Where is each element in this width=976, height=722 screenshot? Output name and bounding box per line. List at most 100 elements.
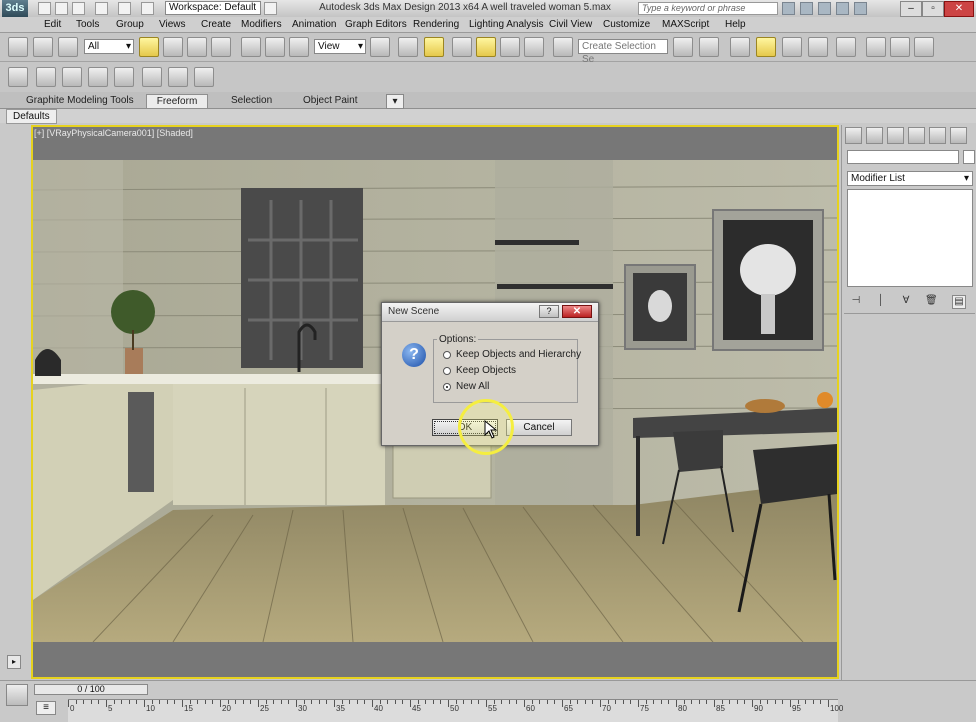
- selection-filter-dropdown[interactable]: All ▾: [84, 39, 134, 54]
- tab-object-paint[interactable]: Object Paint: [303, 94, 357, 107]
- edit-named-selection-icon[interactable]: [553, 37, 573, 57]
- save-file-icon[interactable]: [72, 2, 85, 15]
- help-button[interactable]: ?: [539, 305, 559, 318]
- percent-snap-icon[interactable]: [500, 37, 520, 57]
- material-editor-icon[interactable]: [836, 37, 856, 57]
- option-label[interactable]: Keep Objects: [456, 365, 516, 376]
- vray-material-icon[interactable]: [142, 67, 162, 87]
- hierarchy-icon[interactable]: [887, 127, 904, 144]
- select-and-link-icon[interactable]: [58, 37, 78, 57]
- help-search-input[interactable]: Type a keyword or phrase: [638, 2, 778, 15]
- keyboard-shortcut-override-icon[interactable]: [424, 37, 444, 57]
- select-by-name-icon[interactable]: [163, 37, 183, 57]
- menu-maxscript[interactable]: MAXScript: [662, 18, 709, 31]
- remove-modifier-icon[interactable]: 🗑: [925, 295, 938, 307]
- menu-help[interactable]: Help: [725, 18, 746, 31]
- search-icon[interactable]: [782, 2, 795, 15]
- rendered-frame-window-icon[interactable]: [890, 37, 910, 57]
- align-icon[interactable]: [699, 37, 719, 57]
- create-icon[interactable]: [845, 127, 862, 144]
- viewport-label[interactable]: [+] [VRayPhysicalCamera001] [Shaded]: [34, 128, 193, 138]
- render-setup-icon[interactable]: [866, 37, 886, 57]
- curve-editor-icon[interactable]: [782, 37, 802, 57]
- vray-fur-icon[interactable]: [62, 67, 82, 87]
- option-label[interactable]: Keep Objects and Hierarchy: [456, 349, 581, 360]
- show-end-result-icon[interactable]: │: [875, 295, 887, 307]
- tab-graphite-modeling-tools[interactable]: Graphite Modeling Tools: [26, 94, 134, 107]
- undo-button[interactable]: [8, 37, 28, 57]
- layer-manager-icon[interactable]: [730, 37, 750, 57]
- menu-lighting-analysis[interactable]: Lighting Analysis: [469, 18, 544, 31]
- modifier-list-dropdown[interactable]: Modifier List ▾: [847, 171, 973, 186]
- snaps-toggle-icon[interactable]: [452, 37, 472, 57]
- favorites-icon[interactable]: [836, 2, 849, 15]
- schematic-view-icon[interactable]: [808, 37, 828, 57]
- vray-physical-camera-icon[interactable]: [194, 67, 214, 87]
- radio-keep-objects-and-hierarchy[interactable]: [443, 351, 451, 359]
- expand-arrow-icon[interactable]: ▸: [7, 655, 21, 669]
- track-bar-icon[interactable]: ≡: [36, 701, 56, 715]
- workspace-dropdown[interactable]: Workspace: Default: [165, 1, 261, 15]
- named-selection-sets-dropdown[interactable]: Create Selection Se: [578, 39, 668, 65]
- object-color-swatch[interactable]: [963, 150, 975, 164]
- vray-sun-icon[interactable]: [114, 67, 134, 87]
- select-and-scale-icon[interactable]: [289, 37, 309, 57]
- open-file-icon[interactable]: [55, 2, 68, 15]
- mini-curve-editor-icon[interactable]: [6, 684, 28, 706]
- tab-selection[interactable]: Selection: [231, 94, 272, 107]
- time-slider[interactable]: 0 / 100: [34, 684, 148, 695]
- utilities-icon[interactable]: [950, 127, 967, 144]
- modify-icon[interactable]: [866, 127, 883, 144]
- cancel-button[interactable]: Cancel: [506, 419, 572, 436]
- help-icon[interactable]: [854, 2, 867, 15]
- spinner-snap-icon[interactable]: [524, 37, 544, 57]
- application-button[interactable]: 3ds: [2, 0, 28, 17]
- option-label[interactable]: New All: [456, 381, 489, 392]
- menu-edit[interactable]: Edit: [44, 18, 61, 31]
- make-unique-icon[interactable]: ∀: [900, 295, 912, 307]
- undo-icon[interactable]: [95, 2, 108, 15]
- menu-rendering[interactable]: Rendering: [413, 18, 459, 31]
- dialog-title-bar[interactable]: New Scene ? ✕: [382, 303, 598, 322]
- menu-tools[interactable]: Tools: [76, 18, 99, 31]
- menu-group[interactable]: Group: [116, 18, 144, 31]
- rectangular-selection-icon[interactable]: [187, 37, 207, 57]
- menu-modifiers[interactable]: Modifiers: [241, 18, 282, 31]
- vray-frame-buffer-icon[interactable]: [8, 67, 28, 87]
- tab-freeform[interactable]: Freeform: [146, 94, 208, 108]
- maximize-button[interactable]: ▫: [922, 1, 944, 17]
- vray-light-icon[interactable]: [88, 67, 108, 87]
- select-and-move-icon[interactable]: [241, 37, 261, 57]
- redo-button[interactable]: [33, 37, 53, 57]
- menu-civil-view[interactable]: Civil View: [549, 18, 592, 31]
- menu-customize[interactable]: Customize: [603, 18, 650, 31]
- modifier-stack[interactable]: [847, 189, 973, 287]
- display-icon[interactable]: [929, 127, 946, 144]
- configure-modifier-sets-icon[interactable]: ▤: [952, 295, 966, 309]
- pin-stack-icon[interactable]: ⊣: [850, 295, 862, 307]
- communication-center-icon[interactable]: [818, 2, 831, 15]
- tab-defaults[interactable]: Defaults: [6, 109, 57, 124]
- select-manipulate-icon[interactable]: [398, 37, 418, 57]
- select-object-icon[interactable]: [139, 37, 159, 57]
- select-and-rotate-icon[interactable]: [265, 37, 285, 57]
- mirror-icon[interactable]: [673, 37, 693, 57]
- reference-coordinate-dropdown[interactable]: View ▾: [314, 39, 366, 54]
- menu-animation[interactable]: Animation: [292, 18, 336, 31]
- angle-snap-icon[interactable]: [476, 37, 496, 57]
- subscription-icon[interactable]: [800, 2, 813, 15]
- window-crossing-icon[interactable]: [211, 37, 231, 57]
- motion-icon[interactable]: [908, 127, 925, 144]
- close-button[interactable]: ✕: [562, 305, 592, 318]
- minimize-button[interactable]: –: [900, 1, 922, 17]
- vray-sphere-icon[interactable]: [36, 67, 56, 87]
- pivot-center-icon[interactable]: [370, 37, 390, 57]
- object-name-field[interactable]: [847, 150, 959, 164]
- menu-views[interactable]: Views: [159, 18, 186, 31]
- redo-icon[interactable]: [118, 2, 131, 15]
- workspace-arrow-icon[interactable]: [264, 2, 277, 15]
- close-window-button[interactable]: ✕: [944, 1, 974, 17]
- radio-keep-objects[interactable]: [443, 367, 451, 375]
- ribbon-options-icon[interactable]: ▾: [386, 94, 404, 109]
- hold-icon[interactable]: [141, 2, 154, 15]
